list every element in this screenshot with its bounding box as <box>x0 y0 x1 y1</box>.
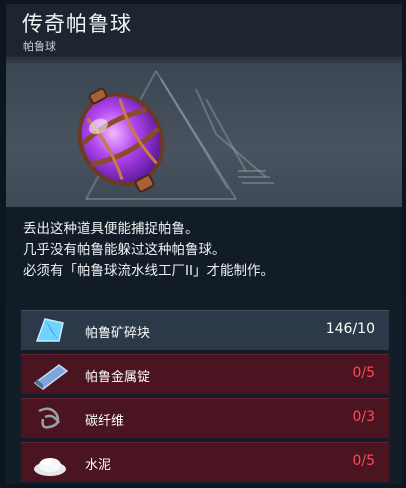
material-row: 帕鲁矿碎块 146/10 <box>21 310 389 350</box>
material-name: 帕鲁矿碎块 <box>85 326 151 341</box>
cement-icon <box>34 458 66 476</box>
description-line: 几乎没有帕鲁能躲过这种帕鲁球。 <box>23 242 226 258</box>
carbon-fiber-icon <box>38 407 61 429</box>
pal-fragment-icon <box>35 318 64 342</box>
material-name: 帕鲁金属锭 <box>85 370 151 385</box>
item-title: 传奇帕鲁球 <box>22 12 132 36</box>
description-line: 丢出这种道具便能捕捉帕鲁。 <box>23 221 199 237</box>
material-count: 0/5 <box>352 365 375 381</box>
item-preview <box>6 59 402 207</box>
material-count: 146/10 <box>325 321 375 337</box>
item-category: 帕鲁球 <box>23 40 56 53</box>
item-description: 丢出这种道具便能捕捉帕鲁。 几乎没有帕鲁能躲过这种帕鲁球。 必须有「帕鲁球流水线… <box>6 207 402 300</box>
material-row: 碳纤维 0/3 <box>21 398 389 438</box>
material-count: 0/5 <box>352 453 375 469</box>
pal-metal-ingot-icon <box>33 364 69 390</box>
material-row: 帕鲁金属锭 0/5 <box>21 354 389 394</box>
item-header: 传奇帕鲁球 帕鲁球 <box>6 4 402 58</box>
material-count: 0/3 <box>352 409 375 425</box>
legendary-pal-sphere-icon <box>77 87 165 193</box>
required-materials-list: 帕鲁矿碎块 146/10 帕鲁金属锭 0/5 碳纤维 0/3 水泥 0/5 <box>6 300 402 484</box>
material-row: 水泥 0/5 <box>21 442 389 482</box>
material-name: 碳纤维 <box>85 414 125 429</box>
description-line: 必须有「帕鲁球流水线工厂II」才能制作。 <box>23 263 274 279</box>
material-name: 水泥 <box>85 458 112 473</box>
item-detail-panel: 传奇帕鲁球 帕鲁球 丢出这种道具便能捕捉帕鲁。 几乎没有帕鲁能躲过这种帕鲁球。 … <box>6 4 402 484</box>
